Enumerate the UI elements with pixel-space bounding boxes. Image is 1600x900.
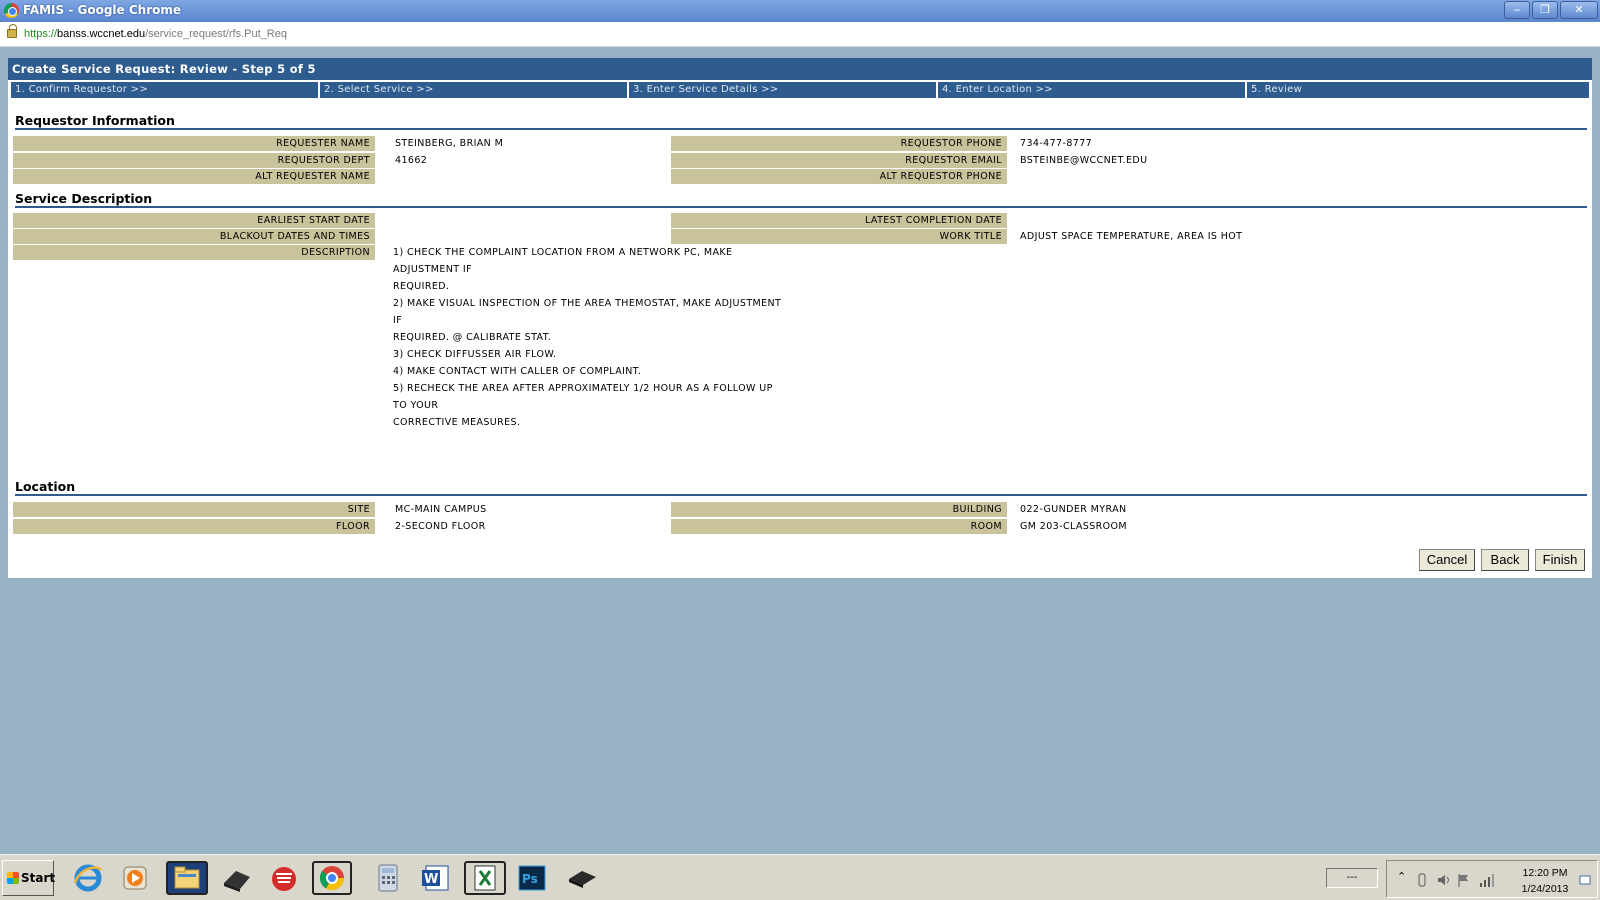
media-player-icon[interactable] bbox=[118, 861, 154, 895]
back-button[interactable]: Back bbox=[1481, 549, 1529, 571]
work-title-label: WORK TITLE bbox=[671, 229, 1007, 244]
start-button[interactable]: Start bbox=[2, 860, 56, 896]
show-hidden-icons-icon[interactable]: ⌃ bbox=[1397, 870, 1409, 884]
wizard-steps: 1. Confirm Requestor >> 2. Select Servic… bbox=[8, 82, 1592, 98]
url-path: /service_request/rfs.Put_Req bbox=[145, 28, 287, 40]
restore-button[interactable]: ❐ bbox=[1532, 1, 1558, 19]
url-scheme: https:// bbox=[24, 28, 58, 40]
cancel-button[interactable]: Cancel bbox=[1419, 549, 1475, 571]
requestor-section-divider bbox=[15, 128, 1587, 130]
description-line: 3) CHECK DIFFUSSER AIR FLOW. bbox=[393, 349, 557, 360]
requestor-phone-value: 734-477-8777 bbox=[1020, 138, 1093, 149]
svg-text:Ps: Ps bbox=[522, 872, 538, 886]
description-line: 2) MAKE VISUAL INSPECTION OF THE AREA TH… bbox=[393, 298, 782, 309]
requester-name-value: STEINBERG, BRIAN M bbox=[395, 138, 504, 149]
system-tray: ⌃ 12:20 PM 1/24/2013 bbox=[1386, 860, 1598, 898]
blackout-dates-label: BLACKOUT DATES AND TIMES bbox=[13, 229, 375, 244]
description-line: ADJUSTMENT IF bbox=[393, 264, 472, 275]
url-host: banss.wccnet.edu bbox=[57, 28, 146, 40]
description-line: 4) MAKE CONTACT WITH CALLER OF COMPLAINT… bbox=[393, 366, 642, 377]
internet-explorer-icon[interactable] bbox=[70, 861, 106, 895]
spreadsheet-icon[interactable] bbox=[464, 861, 506, 895]
window-titlebar: FAMIS - Google Chrome ‒ ❐ ✕ bbox=[0, 0, 1600, 22]
service-section-title: Service Description bbox=[15, 191, 153, 206]
file-explorer-icon[interactable] bbox=[166, 861, 208, 895]
step-select-service[interactable]: 2. Select Service >> bbox=[320, 82, 627, 98]
action-center-flag-icon[interactable] bbox=[1457, 873, 1469, 887]
usb-icon[interactable] bbox=[1417, 873, 1429, 887]
requester-name-label: REQUESTER NAME bbox=[13, 136, 375, 151]
step-enter-location[interactable]: 4. Enter Location >> bbox=[938, 82, 1245, 98]
lock-icon bbox=[7, 24, 17, 38]
requestor-dept-value: 41662 bbox=[395, 155, 428, 166]
requestor-email-value: BSTEINBE@WCCNET.EDU bbox=[1020, 155, 1148, 166]
requestor-email-label: REQUESTOR EMAIL bbox=[671, 153, 1007, 168]
building-value: 022-GUNDER MYRAN bbox=[1020, 504, 1127, 515]
word-icon[interactable]: W bbox=[418, 861, 454, 895]
description-line: TO YOUR bbox=[393, 400, 439, 411]
network-signal-icon[interactable] bbox=[1479, 873, 1494, 887]
floor-value: 2-SECOND FLOOR bbox=[395, 521, 486, 532]
start-label: Start bbox=[21, 871, 56, 885]
clock[interactable]: 12:20 PM 1/24/2013 bbox=[1515, 865, 1575, 897]
chrome-taskbar-icon[interactable] bbox=[312, 861, 352, 895]
photoshop-icon[interactable]: Ps bbox=[514, 861, 550, 895]
requestor-section-title: Requestor Information bbox=[15, 113, 175, 128]
description-line: REQUIRED. bbox=[393, 281, 450, 292]
close-button[interactable]: ✕ bbox=[1560, 1, 1598, 19]
laptop-app-icon[interactable] bbox=[218, 861, 254, 895]
building-label: BUILDING bbox=[671, 502, 1007, 517]
service-section-divider bbox=[15, 206, 1587, 208]
red-app-icon[interactable] bbox=[266, 861, 302, 895]
description-line: 5) RECHECK THE AREA AFTER APPROXIMATELY … bbox=[393, 383, 773, 394]
window-title: FAMIS - Google Chrome bbox=[23, 3, 182, 17]
latest-completion-date-label: LATEST COMPLETION DATE bbox=[671, 213, 1007, 228]
floor-label: FLOOR bbox=[13, 519, 375, 534]
description-label: DESCRIPTION bbox=[13, 245, 375, 260]
location-section-divider bbox=[15, 494, 1587, 496]
room-label: ROOM bbox=[671, 519, 1007, 534]
site-label: SITE bbox=[13, 502, 375, 517]
windows-logo-icon bbox=[7, 872, 19, 884]
address-bar[interactable]: https://banss.wccnet.edu/service_request… bbox=[0, 22, 1600, 47]
room-value: GM 203-CLASSROOM bbox=[1020, 521, 1127, 532]
description-line: 1) CHECK THE COMPLAINT LOCATION FROM A N… bbox=[393, 247, 733, 258]
taskbar: Start W Ps --- ⌃ 12:20 PM 1/24/2013 bbox=[0, 854, 1600, 900]
url-text[interactable]: https://banss.wccnet.edu/service_request… bbox=[24, 28, 287, 40]
device-app-icon[interactable] bbox=[564, 861, 600, 895]
site-value: MC-MAIN CAMPUS bbox=[395, 504, 487, 515]
alt-requestor-phone-label: ALT REQUESTOR PHONE bbox=[671, 169, 1007, 184]
finish-button[interactable]: Finish bbox=[1535, 549, 1585, 571]
step-enter-service-details[interactable]: 3. Enter Service Details >> bbox=[629, 82, 936, 98]
work-title-value: ADJUST SPACE TEMPERATURE, AREA IS HOT bbox=[1020, 231, 1243, 242]
chrome-icon bbox=[4, 3, 19, 18]
description-line: CORRECTIVE MEASURES. bbox=[393, 417, 521, 428]
description-line: REQUIRED. @ CALIBRATE STAT. bbox=[393, 332, 552, 343]
page-title: Create Service Request: Review - Step 5 … bbox=[8, 58, 1592, 80]
requestor-dept-label: REQUESTOR DEPT bbox=[13, 153, 375, 168]
calculator-icon[interactable] bbox=[370, 861, 406, 895]
volume-icon[interactable] bbox=[1437, 873, 1449, 887]
svg-text:W: W bbox=[424, 872, 438, 887]
step-confirm-requestor[interactable]: 1. Confirm Requestor >> bbox=[11, 82, 318, 98]
description-line: IF bbox=[393, 315, 403, 326]
requestor-phone-label: REQUESTOR PHONE bbox=[671, 136, 1007, 151]
language-selector[interactable]: --- bbox=[1326, 868, 1378, 888]
earliest-start-date-label: EARLIEST START DATE bbox=[13, 213, 375, 228]
alt-requester-name-label: ALT REQUESTER NAME bbox=[13, 169, 375, 184]
step-review: 5. Review bbox=[1247, 82, 1589, 98]
show-desktop-icon[interactable] bbox=[1579, 873, 1591, 887]
minimize-button[interactable]: ‒ bbox=[1504, 1, 1530, 19]
location-section-title: Location bbox=[15, 479, 76, 494]
clock-time: 12:20 PM bbox=[1522, 867, 1568, 879]
clock-date: 1/24/2013 bbox=[1521, 883, 1569, 895]
service-request-panel: Create Service Request: Review - Step 5 … bbox=[8, 58, 1592, 578]
